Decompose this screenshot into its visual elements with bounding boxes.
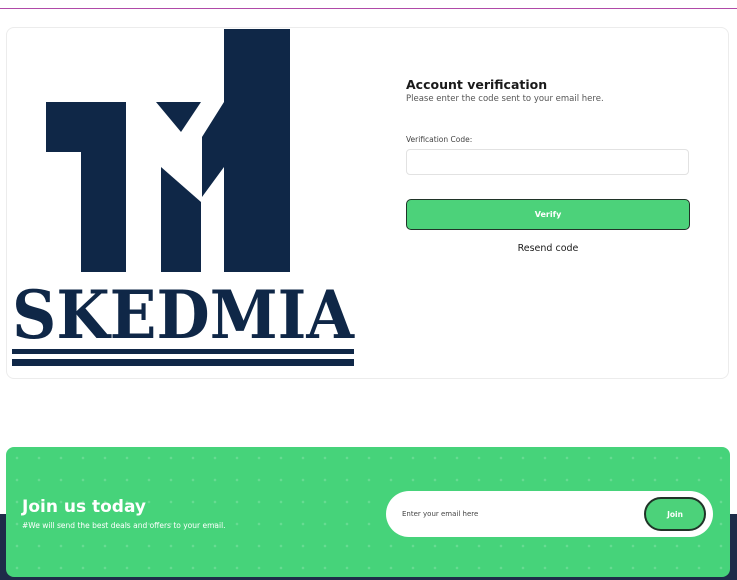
newsletter-email-form: Join: [386, 491, 713, 537]
page: SKEDMIA Account verification Please ente…: [0, 0, 737, 580]
form-subtitle: Please enter the code sent to your email…: [406, 94, 604, 104]
skedmia-logo: SKEDMIA: [6, 27, 360, 372]
newsletter-title: Join us today: [22, 497, 146, 517]
top-divider: [0, 8, 737, 9]
logo-image: SKEDMIA: [12, 29, 355, 366]
form-title: Account verification: [406, 77, 548, 92]
resend-code-link[interactable]: Resend code: [406, 243, 690, 254]
newsletter-subtitle: #We will send the best deals and offers …: [22, 521, 226, 530]
verification-form: Account verification Please enter the co…: [406, 77, 690, 254]
newsletter-banner: Join us today #We will send the best dea…: [6, 447, 730, 577]
newsletter-email-input[interactable]: [402, 504, 632, 524]
verify-button[interactable]: Verify: [406, 199, 690, 230]
join-button[interactable]: Join: [644, 497, 706, 531]
verification-code-input[interactable]: [406, 149, 689, 175]
logo-wordmark: SKEDMIA: [12, 276, 355, 354]
verification-code-label: Verification Code:: [406, 135, 473, 144]
